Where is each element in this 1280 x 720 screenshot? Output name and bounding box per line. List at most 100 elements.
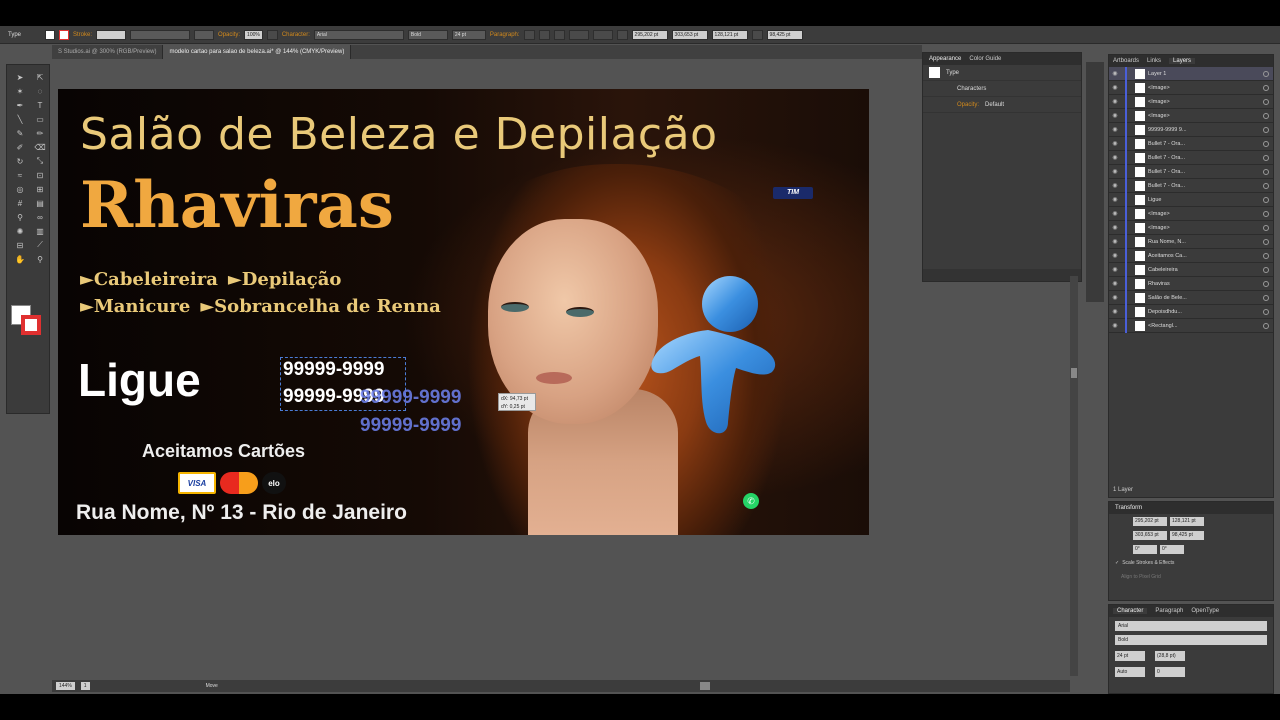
graph-tool-icon[interactable]: ▥ — [33, 225, 47, 237]
type-tool-icon[interactable]: T — [33, 99, 47, 111]
recolor-icon[interactable] — [266, 29, 278, 40]
tab-appearance[interactable]: Appearance — [929, 56, 961, 62]
reference-point-icon[interactable] — [616, 29, 628, 40]
visibility-eye-icon[interactable]: ◉ — [1109, 210, 1121, 217]
stroke-label[interactable]: Stroke: — [73, 32, 92, 38]
vertical-scrollbar[interactable] — [1070, 276, 1078, 676]
align-right-icon[interactable] — [553, 29, 565, 40]
zoom-field[interactable]: 144% — [56, 682, 75, 690]
character-label[interactable]: Character: — [282, 32, 310, 38]
visibility-eye-icon[interactable]: ◉ — [1109, 98, 1121, 105]
tab-character[interactable]: Character — [1113, 608, 1148, 614]
y-field[interactable]: 303,653 pt — [671, 29, 708, 40]
layer-row-top[interactable]: ◉ Layer 1 — [1109, 66, 1273, 81]
lasso-tool-icon[interactable]: ◌ — [33, 85, 47, 97]
selection-tool-icon[interactable]: ➤ — [13, 71, 27, 83]
tab-links[interactable]: Links — [1147, 58, 1161, 64]
visibility-eye-icon[interactable]: ◉ — [1109, 182, 1121, 189]
layer-row[interactable]: ◉ Ligue — [1109, 192, 1273, 207]
layer-name[interactable]: <Image> — [1148, 113, 1263, 119]
cards-label[interactable]: Aceitamos Cartões — [142, 441, 305, 462]
paragraph-label[interactable]: Paragraph: — [490, 32, 520, 38]
visibility-eye-icon[interactable]: ◉ — [1109, 280, 1121, 287]
layer-target-icon[interactable] — [1263, 294, 1269, 301]
service-manicure[interactable]: ►Manicure — [80, 293, 190, 320]
stroke-color-swatch[interactable] — [21, 315, 41, 335]
layer-target-icon[interactable] — [1263, 98, 1269, 105]
address-text[interactable]: Rua Nome, Nº 13 - Rio de Janeiro — [76, 501, 407, 525]
gradient-tool-icon[interactable]: ▤ — [33, 197, 47, 209]
service-sobrancelha[interactable]: ►Sobrancelha de Renna — [200, 293, 441, 320]
layer-target-icon[interactable] — [1263, 126, 1269, 133]
character-leading-field[interactable]: (28,8 pt) — [1155, 651, 1185, 661]
tab-color-guide[interactable]: Color Guide — [969, 56, 1001, 62]
warp-tool-icon[interactable]: ≈ — [13, 169, 27, 181]
layer-row[interactable]: ◉ Depoisdhdu... — [1109, 304, 1273, 319]
appearance-row-opacity[interactable]: Opacity: Default — [923, 97, 1081, 113]
width-field[interactable]: 128,121 pt — [711, 29, 748, 40]
layer-name[interactable]: <Image> — [1148, 85, 1263, 91]
appearance-row-type[interactable]: Type — [923, 65, 1081, 81]
hand-tool-icon[interactable]: ✋ — [13, 253, 27, 265]
layer-row[interactable]: ◉ Bullet 7 - Ora... — [1109, 136, 1273, 151]
service-depilacao[interactable]: ►Depilação — [228, 266, 341, 293]
stroke-weight-field[interactable] — [96, 29, 127, 40]
scale-strokes-row[interactable]: ✓ Scale Strokes & Effects — [1109, 556, 1273, 570]
fill-swatch[interactable] — [45, 29, 56, 40]
layer-name[interactable]: <Image> — [1148, 211, 1263, 217]
opacity-field[interactable]: 100% — [244, 29, 263, 40]
link-proportions-icon[interactable] — [751, 29, 763, 40]
layer-row[interactable]: ◉ Rua Nome, N... — [1109, 234, 1273, 249]
layer-name[interactable]: <Image> — [1148, 225, 1263, 231]
artboard-tool-icon[interactable]: ⊟ — [13, 239, 27, 251]
appearance-row-characters[interactable]: Characters — [923, 81, 1081, 97]
layer-row[interactable]: ◉ <Image> — [1109, 108, 1273, 123]
layer-row[interactable]: ◉ <Image> — [1109, 220, 1273, 235]
align-pixel-row[interactable]: Align to Pixel Grid — [1109, 570, 1273, 584]
shear-field[interactable]: 0° — [1160, 544, 1184, 554]
tab-layers[interactable]: Layers — [1169, 58, 1196, 64]
rectangle-tool-icon[interactable]: ▭ — [33, 113, 47, 125]
visibility-eye-icon[interactable]: ◉ — [1109, 252, 1121, 259]
layer-name[interactable]: Aceitamos Ca... — [1148, 253, 1263, 259]
tab-paragraph[interactable]: Paragraph — [1155, 608, 1183, 614]
ligue-text[interactable]: Ligue — [78, 353, 201, 407]
layer-row[interactable]: ◉ Aceitamos Ca... — [1109, 248, 1273, 263]
layer-row[interactable]: ◉ <Image> — [1109, 206, 1273, 221]
layer-row[interactable]: ◉ Rhaviras — [1109, 276, 1273, 291]
character-font-dropdown[interactable]: Arial — [1115, 621, 1267, 631]
layer-target-icon[interactable] — [1263, 84, 1269, 91]
tab-document-1[interactable]: S Studios.ai @ 300% (RGB/Preview) — [52, 45, 164, 59]
visibility-eye-icon[interactable]: ◉ — [1109, 294, 1121, 301]
layer-row[interactable]: ◉ 99999-9999 9... — [1109, 122, 1273, 137]
layer-target-icon[interactable] — [1263, 154, 1269, 161]
paintbrush-tool-icon[interactable]: ✎ — [13, 127, 27, 139]
line-tool-icon[interactable]: ╲ — [13, 113, 27, 125]
layer-name[interactable]: Cabeleireira — [1148, 267, 1263, 273]
visibility-eye-icon[interactable]: ◉ — [1109, 154, 1121, 161]
scale-tool-icon[interactable]: ⤡ — [33, 155, 47, 167]
layer-target-icon[interactable] — [1263, 308, 1269, 315]
visibility-eye-icon[interactable]: ◉ — [1109, 196, 1121, 203]
phone-number-1[interactable]: 99999-9999 — [283, 359, 384, 381]
pen-tool-icon[interactable]: ✒ — [13, 99, 27, 111]
eraser-tool-icon[interactable]: ⌫ — [33, 141, 47, 153]
font-size-field[interactable]: 24 pt — [451, 29, 486, 40]
shape-builder-icon[interactable]: ◎ — [13, 183, 27, 195]
layer-row[interactable]: ◉ Bullet 7 - Ora... — [1109, 164, 1273, 179]
stroke-swatch[interactable] — [59, 29, 70, 40]
layer-target-icon[interactable] — [1263, 238, 1269, 245]
visibility-eye-icon[interactable]: ◉ — [1109, 70, 1121, 77]
layer-name[interactable]: 99999-9999 9... — [1148, 127, 1263, 133]
layer-target-icon[interactable] — [1263, 70, 1269, 77]
rotate-tool-icon[interactable]: ↻ — [13, 155, 27, 167]
layer-target-icon[interactable] — [1263, 168, 1269, 175]
variable-width-dropdown[interactable] — [130, 29, 191, 40]
layer-name[interactable]: <Image> — [1148, 99, 1263, 105]
layer-target-icon[interactable] — [1263, 182, 1269, 189]
pencil-tool-icon[interactable]: ✏ — [33, 127, 47, 139]
tim-logo[interactable]: TIM — [773, 187, 813, 199]
layer-row[interactable]: ◉ Salão de Bele... — [1109, 290, 1273, 305]
layer-name[interactable]: Layer 1 — [1148, 71, 1263, 77]
layer-row[interactable]: ◉ Bullet 7 - Ora... — [1109, 178, 1273, 193]
